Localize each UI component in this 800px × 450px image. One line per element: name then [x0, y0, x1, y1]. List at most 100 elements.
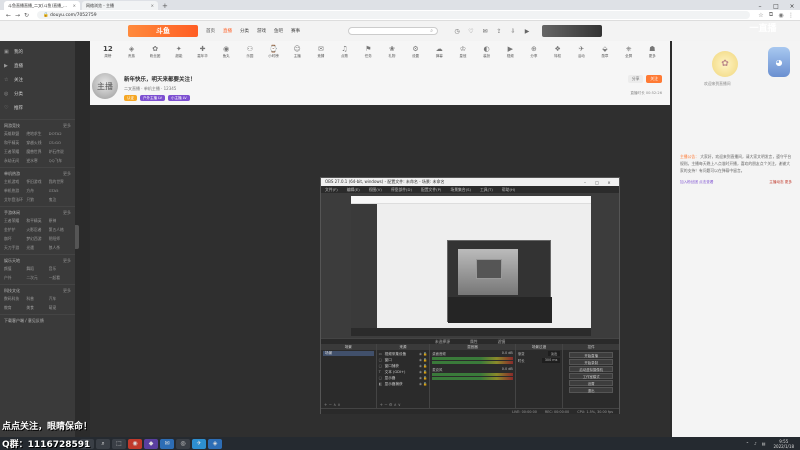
sidebar-group-item[interactable]: 光遇	[26, 245, 48, 251]
anchor-dynamic-link[interactable]: 主播动态 更多	[769, 180, 792, 185]
sidebar-group-item[interactable]: 永劫无间	[4, 158, 26, 164]
sidebar-group-item[interactable]: CS:GO	[49, 140, 71, 146]
scene-item[interactable]: 场景	[323, 351, 374, 356]
back-icon[interactable]: ←	[4, 12, 13, 19]
maximize-icon[interactable]: □	[768, 3, 784, 10]
sidebar-group-item[interactable]: 金铲铲	[4, 227, 26, 233]
sidebar-group-item[interactable]: 方舟	[26, 188, 48, 194]
sidebar-group-item[interactable]: 二次元	[26, 275, 48, 281]
volume-slider[interactable]	[432, 377, 513, 380]
sidebar-group-item[interactable]: 汽车	[49, 296, 71, 302]
sidebar-footer-text[interactable]: 下载客户端 / 意见反馈	[4, 318, 44, 324]
room-tag[interactable]: 户外主播 LV	[140, 95, 166, 101]
sidebar-group-item[interactable]: 英雄联盟	[4, 131, 26, 137]
sidebar-group-item[interactable]: 主机游戏	[4, 179, 26, 185]
taskbar-app-icon[interactable]: ✉	[160, 438, 174, 449]
room-toolbar-item[interactable]: ⬙ 勋章	[593, 45, 617, 59]
tray-expand-icon[interactable]: ⌃	[746, 441, 749, 446]
sidebar-group-more[interactable]: 更多	[63, 171, 71, 177]
sidebar-group-item[interactable]: 王者荣耀	[4, 149, 26, 155]
sidebar-group-title[interactable]: 网游竞技	[4, 123, 20, 129]
user-banner[interactable]	[542, 25, 602, 37]
close-tab-icon[interactable]: ×	[151, 3, 154, 8]
minimize-icon[interactable]: –	[752, 3, 768, 10]
obs-preview[interactable]	[321, 193, 619, 338]
gift-icon[interactable]: ✿	[712, 51, 738, 77]
sidebar-group-title[interactable]: 单机热游	[4, 171, 20, 177]
sidebar-group-item[interactable]: 穿越火线	[26, 140, 48, 146]
sidebar-group-item[interactable]: 音乐	[49, 266, 71, 272]
nav-item[interactable]: 直播	[223, 28, 232, 34]
clock[interactable]: 9:55 2022/1/18	[773, 439, 794, 449]
sidebar-group-item[interactable]: 数码科技	[4, 296, 26, 302]
room-toolbar-item[interactable]: ✚ 嘉年华	[191, 45, 215, 59]
sidebar-group-item[interactable]: DOTA2	[49, 131, 71, 137]
room-toolbar-item[interactable]: ▶ 视频	[498, 45, 522, 59]
room-toolbar-item[interactable]: ⊕ 分享	[522, 45, 546, 59]
minimize-icon[interactable]: –	[579, 180, 591, 185]
source-item[interactable]: ◧ 显示器捕获 ◉ 🔓	[379, 381, 428, 387]
sidebar-group-item[interactable]: QQ飞车	[49, 158, 71, 164]
sidebar-group-item[interactable]: 崩坏	[4, 236, 26, 242]
download-icon[interactable]: ⇩	[506, 28, 520, 35]
visibility-lock-icon[interactable]: ◉ 🔓	[419, 364, 427, 368]
obs-menu-item[interactable]: 编辑(E)	[347, 187, 360, 193]
video-player[interactable]: OBS 27.0.1 (64-bit, windows) - 配置文件: 未命名…	[90, 105, 670, 437]
sidebar-group-item[interactable]: 美食	[26, 305, 48, 311]
history-icon[interactable]: ◷	[450, 28, 464, 35]
visibility-lock-icon[interactable]: ◉ 🔓	[419, 370, 427, 374]
sidebar-group-item[interactable]: 王者荣耀	[4, 218, 26, 224]
sidebar-item[interactable]: ♡ 推荐	[4, 101, 71, 115]
ime-icon[interactable]: ▤	[762, 441, 766, 446]
room-toolbar-item[interactable]: ☗ 更多	[640, 45, 664, 59]
sidebar-group-item[interactable]: 第五人格	[49, 227, 71, 233]
extensions-icon[interactable]: ⧉	[766, 11, 776, 19]
message-icon[interactable]: ✉	[478, 28, 492, 35]
browser-tab[interactable]: 网络浏览 - 主播 ×	[82, 1, 158, 10]
room-toolbar-item[interactable]: ❀ 礼物	[380, 45, 404, 59]
room-toolbar-item[interactable]: 12 周榜	[96, 45, 120, 59]
obs-menu-item[interactable]: 工具(T)	[480, 187, 493, 193]
follow-button[interactable]: 关注	[646, 75, 662, 83]
sidebar-group-title[interactable]: 科技文化	[4, 288, 20, 294]
share-button[interactable]: 分享	[627, 75, 644, 83]
room-toolbar-item[interactable]: ⌚ 小时榜	[262, 45, 286, 59]
visibility-lock-icon[interactable]: ◉ 🔓	[419, 382, 427, 386]
obs-menu-item[interactable]: 文件(F)	[325, 187, 338, 193]
fan-club-link[interactable]: 加入粉丝团 点击查看	[680, 180, 714, 185]
obs-menu-item[interactable]: 配置文件(P)	[421, 187, 441, 193]
close-tab-icon[interactable]: ×	[73, 3, 76, 8]
close-window-icon[interactable]: ×	[784, 3, 800, 10]
taskbar-app-icon[interactable]: ◈	[208, 438, 222, 449]
stream-video[interactable]: OBS 27.0.1 (64-bit, windows) - 配置文件: 未命名…	[320, 177, 620, 414]
sidebar-group-item[interactable]: GTA5	[49, 188, 71, 194]
sidebar-group-item[interactable]: 单机热游	[4, 188, 26, 194]
obs-control-button[interactable]: 开始直播	[569, 352, 613, 358]
transition-value[interactable]: 淡出	[547, 351, 561, 356]
sidebar-group-item[interactable]: 只狼	[26, 197, 48, 203]
visibility-lock-icon[interactable]: ◉ 🔓	[419, 376, 427, 380]
sidebar-group-item[interactable]: 萌宠	[49, 305, 71, 311]
room-toolbar-item[interactable]: ☺ 主播	[285, 45, 309, 59]
obs-menu-item[interactable]: 场景集合(S)	[450, 187, 471, 193]
sidebar-group-item[interactable]: 户外	[4, 275, 26, 281]
mascot-icon[interactable]: ◕	[768, 47, 790, 77]
obs-control-button[interactable]: 开始录制	[569, 359, 613, 365]
volume-icon[interactable]: ♪	[754, 441, 757, 446]
sidebar-group-item[interactable]: 舞蹈	[26, 266, 48, 272]
transition-value[interactable]: 300 ms	[541, 358, 561, 363]
sidebar-group-item[interactable]: 鬼泣	[49, 197, 71, 203]
room-toolbar-item[interactable]: ✿ 粉丝团	[143, 45, 167, 59]
sidebar-collapse-handle[interactable]	[75, 225, 79, 249]
room-toolbar-item[interactable]: ⚙ 设置	[404, 45, 428, 59]
taskbar-app-icon[interactable]: ◉	[128, 438, 142, 449]
obs-control-button[interactable]: 启动虚拟摄像机	[569, 366, 613, 372]
obs-menu-item[interactable]: 视图(V)	[369, 187, 382, 193]
room-toolbar-item[interactable]: ✦ 超能	[167, 45, 191, 59]
site-logo[interactable]: 斗鱼	[128, 25, 198, 37]
taskbar-app-icon[interactable]: ⬚	[112, 438, 126, 449]
sidebar-group-item[interactable]: 和平精英	[4, 140, 26, 146]
obs-control-button[interactable]: 工作室模式	[569, 373, 613, 379]
browser-tab[interactable]: 斗鱼直播直播_二叉(斗鱼)直播_... ×	[4, 1, 80, 10]
sidebar-group-item[interactable]: 艾尔登法环	[4, 197, 26, 203]
